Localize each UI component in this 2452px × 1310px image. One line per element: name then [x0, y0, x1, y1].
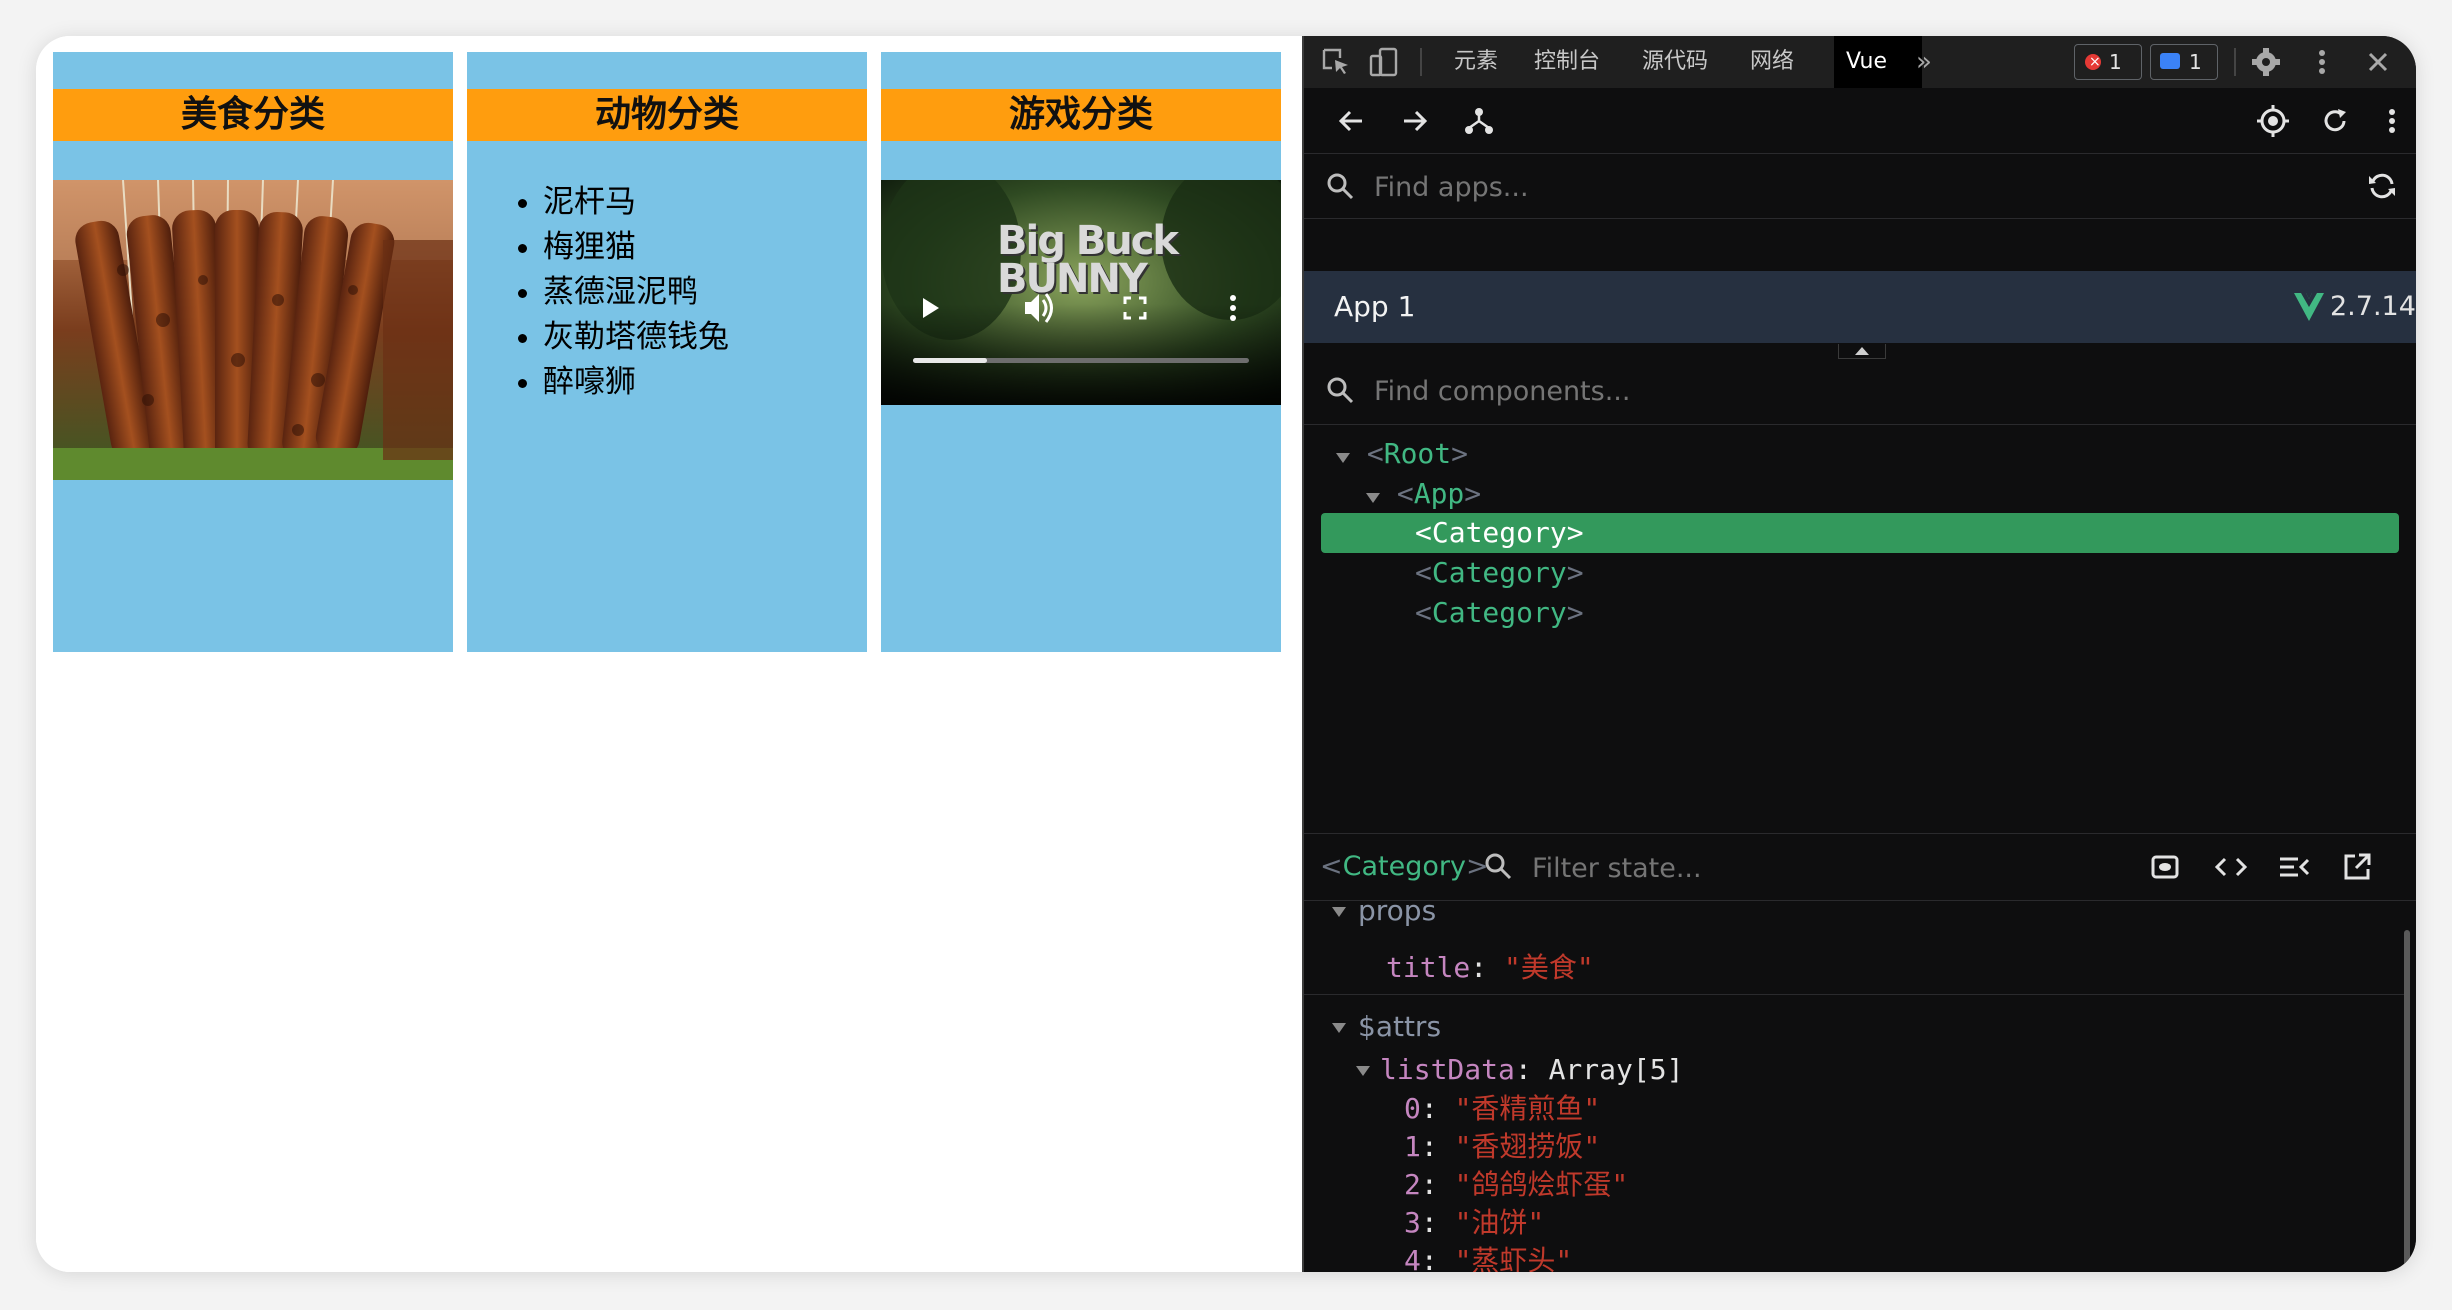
attrs-section-header[interactable]: $attrs: [1332, 1010, 1441, 1043]
expand-arrow-icon[interactable]: [1336, 453, 1350, 463]
category-animals: 动物分类 泥杆马 梅狸猫 蒸德湿泥鸭 灰勒塔德钱兔 醉嚎狮: [467, 52, 867, 652]
list-item[interactable]: 0: "香精煎鱼": [1404, 1090, 1628, 1128]
list-item[interactable]: 1: "香翅捞饭": [1404, 1128, 1628, 1166]
list-item[interactable]: 3: "油饼": [1404, 1204, 1628, 1242]
tree-node-category[interactable]: <Category>: [1415, 553, 1584, 593]
animal-list: 泥杆马 梅狸猫 蒸德湿泥鸭 灰勒塔德钱兔 醉嚎狮: [503, 180, 729, 405]
prop-row[interactable]: title: "美食": [1386, 946, 1594, 986]
list-item[interactable]: 4: "蒸虾头": [1404, 1242, 1628, 1272]
vue-logo-icon: [2294, 293, 2324, 321]
category-title: 美食分类: [53, 89, 453, 141]
message-badge[interactable]: 1: [2150, 44, 2218, 80]
more-options-icon[interactable]: [2382, 106, 2402, 136]
code-icon[interactable]: [2214, 852, 2248, 882]
search-icon: [1327, 173, 1354, 200]
device-toolbar-icon[interactable]: [1368, 46, 1400, 78]
category-games: 游戏分类 Big Buck BUNNY: [881, 52, 1281, 652]
find-apps-input[interactable]: [1372, 166, 2276, 208]
state-inspector-header: <Category>: [1304, 833, 2416, 901]
vue-devtools: App 1 2.7.14 <Root> <App>: [1304, 88, 2416, 1272]
vue-nav-bar: [1304, 88, 2416, 154]
props-section-header[interactable]: props: [1332, 900, 1436, 927]
refresh-icon[interactable]: [2320, 106, 2350, 136]
search-icon: [1485, 853, 1512, 880]
tree-node-app[interactable]: <App>: [1366, 474, 1481, 514]
category-food: 美食分类: [53, 52, 453, 652]
devtools-panel: 元素 控制台 源代码 网络 Vue » × 1 1 Find apps... A…: [1304, 36, 2416, 1272]
list-item: 醉嚎狮: [543, 360, 729, 405]
food-skewers-image: [53, 180, 453, 480]
message-count: 1: [2189, 50, 2202, 74]
tab-console[interactable]: 控制台: [1526, 36, 1608, 88]
tab-network[interactable]: 网络: [1742, 36, 1802, 88]
scrollbar[interactable]: [2404, 930, 2410, 1272]
find-components-bar[interactable]: [1304, 356, 2416, 425]
inspect-element-icon[interactable]: [1320, 46, 1352, 78]
sync-icon[interactable]: [2366, 170, 2398, 202]
list-item: 蒸德湿泥鸭: [543, 270, 729, 315]
devtools-toolbar: 元素 控制台 源代码 网络 Vue » × 1 1: [1304, 36, 2416, 89]
app-page: 美食分类 动物分类 • 泥杆马 • 梅狸猫 • 蒸德湿泥鸭 • 灰勒塔德钱兔 •…: [36, 36, 1304, 1272]
tab-sources[interactable]: 源代码: [1634, 36, 1716, 88]
expand-arrow-icon[interactable]: [1356, 1066, 1370, 1076]
component-tree-icon[interactable]: [1464, 106, 1494, 136]
vue-version: 2.7.14: [2330, 291, 2416, 322]
listdata-row[interactable]: listData: Array[5]: [1356, 1050, 1683, 1090]
expand-arrow-icon[interactable]: [1332, 1023, 1346, 1033]
toolbar-separator: [1420, 48, 1422, 76]
more-tabs-icon[interactable]: »: [1916, 36, 1932, 88]
tree-node-category-selected[interactable]: <Category>: [1321, 513, 2399, 553]
tree-node-root[interactable]: <Root>: [1336, 434, 1468, 474]
settings-icon[interactable]: [2250, 46, 2282, 78]
open-in-editor-icon[interactable]: [2342, 852, 2372, 882]
more-vert-icon: [1230, 295, 1236, 321]
video-controls: [913, 293, 1249, 363]
scroll-to-component-icon[interactable]: [2150, 852, 2180, 882]
tree-node-category[interactable]: <Category>: [1415, 593, 1584, 633]
video-player[interactable]: Big Buck BUNNY: [881, 180, 1281, 405]
forward-arrow-icon[interactable]: [1400, 106, 1430, 136]
selected-component-name: <Category>: [1320, 851, 1489, 882]
back-arrow-icon[interactable]: [1336, 106, 1366, 136]
select-component-icon[interactable]: [2256, 104, 2290, 138]
play-icon: [923, 298, 939, 318]
app-selector-row[interactable]: App 1 2.7.14: [1304, 271, 2416, 343]
browser-window: 美食分类 动物分类 • 泥杆马 • 梅狸猫 • 蒸德湿泥鸭 • 灰勒塔德钱兔 •…: [36, 36, 2416, 1272]
category-title: 动物分类: [467, 89, 867, 141]
expand-arrow-icon[interactable]: [1366, 493, 1380, 503]
fullscreen-icon: [1123, 296, 1147, 320]
find-components-input[interactable]: [1372, 370, 2276, 412]
list-item: 灰勒塔德钱兔: [543, 315, 729, 360]
inspect-dom-icon[interactable]: [2278, 852, 2310, 882]
error-badge[interactable]: × 1: [2074, 44, 2142, 80]
message-icon: [2160, 53, 2180, 69]
filter-state-input[interactable]: [1530, 847, 2034, 889]
kebab-menu-icon[interactable]: [2306, 46, 2338, 78]
expand-arrow-icon[interactable]: [1332, 907, 1346, 917]
list-item[interactable]: 2: "鸽鸽烩虾蛋": [1404, 1166, 1628, 1204]
error-count: 1: [2109, 50, 2122, 74]
state-inspector-body: props title: "美食" $attrs listData: Array…: [1304, 900, 2416, 1272]
tab-vue[interactable]: Vue: [1834, 36, 1922, 88]
chevron-up-icon: [1855, 347, 1869, 355]
toolbar-separator: [2234, 48, 2236, 76]
list-item: 泥杆马: [543, 180, 729, 225]
close-icon[interactable]: [2362, 46, 2394, 78]
category-title: 游戏分类: [881, 89, 1281, 141]
search-icon: [1327, 377, 1354, 404]
section-divider: [1304, 994, 2404, 995]
find-apps-bar[interactable]: [1304, 154, 2416, 219]
volume-icon: [1025, 293, 1053, 323]
list-item: 梅狸猫: [543, 225, 729, 270]
listdata-items: 0: "香精煎鱼" 1: "香翅捞饭" 2: "鸽鸽烩虾蛋" 3: "油饼" 4…: [1404, 1090, 1628, 1272]
error-icon-x: ×: [2089, 54, 2101, 70]
app-name: App 1: [1334, 290, 1416, 323]
progress-fill: [913, 358, 987, 363]
tab-elements[interactable]: 元素: [1446, 36, 1506, 88]
